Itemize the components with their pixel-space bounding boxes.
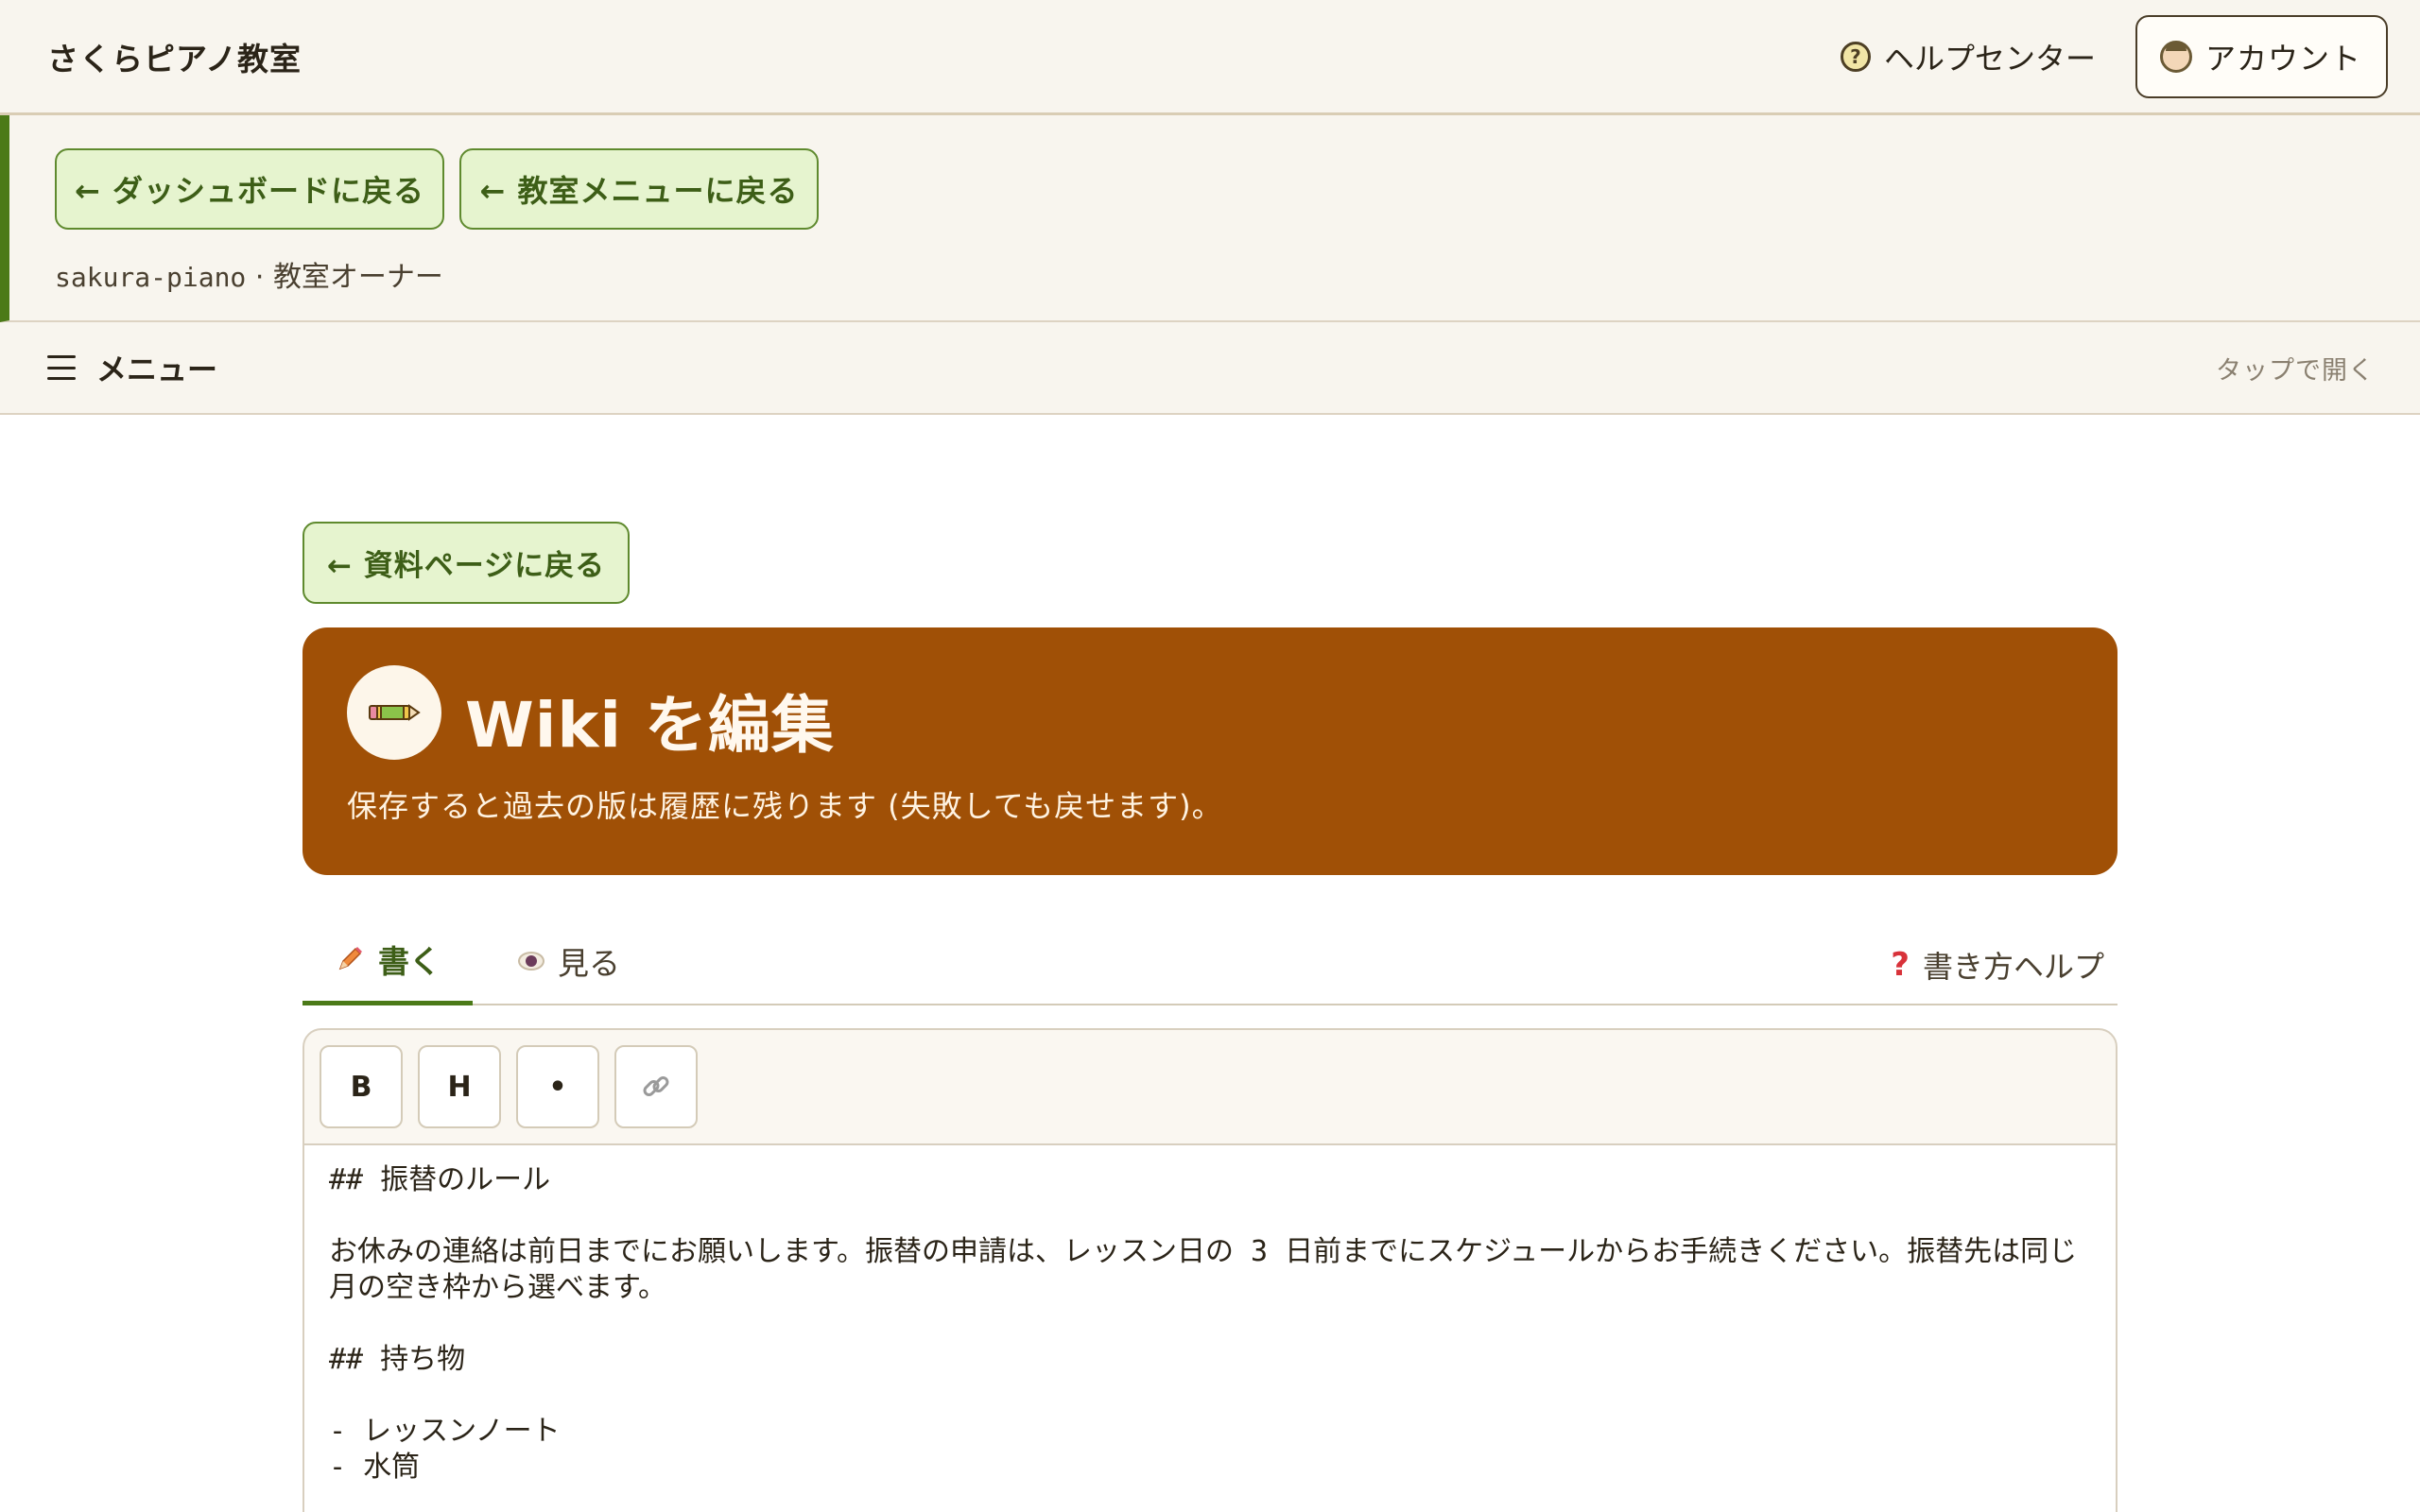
question-icon: ? (1891, 946, 1910, 984)
editor-toolbar: B H • (304, 1030, 2116, 1145)
editor-tabs: 書く 見る ? 書き方ヘルプ (302, 917, 2118, 1005)
page-title: Wiki を編集 (465, 689, 835, 762)
wiki-content-textarea[interactable]: ## 振替のルール お休みの連絡は前日までにお願いします。振替の申請は、レッスン… (304, 1145, 2116, 1512)
account-avatar-icon (2159, 40, 2192, 73)
account-label: アカウント (2204, 40, 2361, 77)
menu-toggle-bar[interactable]: メニュー タップで開く (0, 322, 2420, 415)
back-to-classroom-menu-button[interactable]: ← 教室メニューに戻る (459, 148, 819, 230)
menu-label: メニュー (96, 352, 218, 387)
help-center-link[interactable]: ? ヘルプセンター (1840, 35, 2096, 78)
context-separator: · (254, 261, 265, 294)
back-to-dashboard-button[interactable]: ← ダッシュボードに戻る (55, 148, 444, 230)
back-to-docs-button[interactable]: ← 資料ページに戻る (302, 522, 630, 604)
link-icon (643, 1076, 669, 1096)
tab-view[interactable]: 見る (518, 917, 620, 1005)
top-actions: ? ヘルプセンター アカウント (1840, 14, 2388, 98)
bullet-list-button[interactable]: • (516, 1045, 599, 1128)
writing-help-link[interactable]: ? 書き方ヘルプ (1891, 920, 2104, 1009)
classroom-slug: sakura-piano (55, 262, 247, 293)
eye-icon (518, 952, 544, 971)
link-button[interactable] (614, 1045, 698, 1128)
pencil-tab-icon (338, 946, 362, 970)
help-icon: ? (1840, 41, 1871, 72)
tab-view-label: 見る (558, 945, 620, 982)
site-title[interactable]: さくらピアノ教室 (47, 34, 302, 79)
menu-hint: タップで開く (2216, 355, 2375, 386)
heading-button[interactable]: H (418, 1045, 501, 1128)
top-bar: さくらピアノ教室 ? ヘルプセンター アカウント (0, 0, 2420, 115)
bold-button[interactable]: B (320, 1045, 403, 1128)
user-role: 教室オーナー (272, 261, 443, 294)
classroom-context: sakura-piano · 教室オーナー (55, 253, 443, 295)
help-center-label: ヘルプセンター (1883, 40, 2096, 77)
pencil-icon (347, 665, 441, 760)
page-subtitle: 保存すると過去の版は履歴に残ります (失敗しても戻せます)。 (347, 788, 1223, 824)
page-header-card: Wiki を編集 保存すると過去の版は履歴に残ります (失敗しても戻せます)。 (302, 627, 2118, 875)
account-button[interactable]: アカウント (2135, 14, 2388, 98)
writing-help-label: 書き方ヘルプ (1922, 949, 2104, 985)
tab-write[interactable]: 書く (302, 917, 473, 1005)
tab-write-label: 書く (378, 942, 441, 980)
context-bar: ← ダッシュボードに戻る ← 教室メニューに戻る sakura-piano · … (0, 115, 2420, 322)
hamburger-icon (47, 355, 76, 380)
menu-toggle: メニュー (47, 346, 217, 389)
markdown-editor: B H • ## 振替のルール お休みの連絡は前日までにお願いします。振替の申請… (302, 1028, 2118, 1512)
